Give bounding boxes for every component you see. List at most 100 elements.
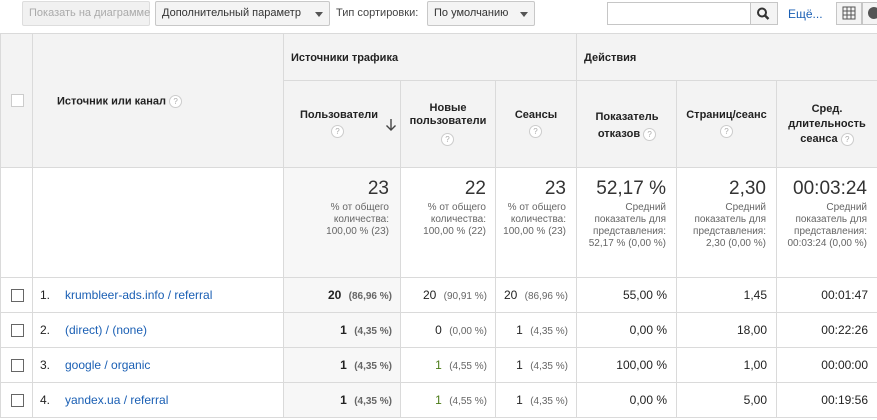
- row-users-percent: (4,35 %): [354, 396, 392, 407]
- row-avg-duration-cell: 00:01:47: [777, 278, 877, 313]
- source-medium-link[interactable]: (direct) / (none): [65, 323, 147, 337]
- pie-chart-icon: [868, 7, 877, 19]
- row-new-users-percent: (4,55 %): [449, 361, 487, 372]
- row-checkbox[interactable]: [11, 394, 24, 407]
- row-number: 2.: [40, 323, 51, 337]
- row-bounce-rate-value: 0,00 %: [629, 323, 667, 337]
- total-bounce-rate-note: Средний показатель для представления: 52…: [588, 202, 666, 249]
- row-sessions-percent: (4,35 %): [530, 326, 568, 337]
- chevron-down-icon: [315, 12, 323, 17]
- pages-per-session-header-label: Страниц/сеанс: [686, 109, 767, 121]
- help-icon[interactable]: ?: [840, 132, 854, 146]
- source-header-label: Источник или канал: [57, 95, 167, 108]
- row-new-users-percent: (90,91 %): [443, 291, 487, 302]
- row-avg-duration-value: 00:19:56: [821, 393, 868, 407]
- sort-type-value: По умолчанию: [434, 7, 509, 19]
- row-sessions-cell: 20 (86,96 %): [496, 278, 577, 313]
- row-sessions-value: 1: [516, 358, 523, 372]
- total-bounce-rate-value: 52,17 %: [596, 178, 666, 199]
- row-bounce-rate-cell: 0,00 %: [577, 383, 677, 418]
- bounce-rate-column-header[interactable]: Показатель отказов ?: [577, 81, 677, 168]
- avg-duration-header-label: Сред. длительность сеанса: [788, 103, 866, 145]
- table-view-button[interactable]: [836, 2, 862, 25]
- search-button[interactable]: [751, 2, 778, 25]
- totals-row-spacer: [0, 168, 33, 278]
- help-icon[interactable]: ?: [643, 127, 657, 141]
- new-users-column-header[interactable]: Новые пользователи ?: [401, 81, 496, 168]
- help-icon[interactable]: ?: [169, 95, 183, 108]
- total-users-note: % от общего количества: 100,00 % (23): [326, 202, 389, 237]
- sort-descending-icon[interactable]: [385, 118, 397, 132]
- row-users-percent: (4,35 %): [354, 326, 392, 337]
- row-users-percent: (4,35 %): [354, 361, 392, 372]
- row-users-cell: 1 (4,35 %): [284, 313, 401, 348]
- table-row-select-cell: [0, 383, 33, 418]
- row-checkbox[interactable]: [11, 289, 24, 302]
- table-row-source-cell: 2. (direct) / (none): [33, 313, 284, 348]
- row-sessions-value: 1: [516, 393, 523, 407]
- row-sessions-value: 20: [503, 288, 518, 302]
- users-column-header[interactable]: Пользователи ?: [284, 81, 401, 168]
- row-pages-per-session-value: 5,00: [743, 393, 767, 407]
- help-icon[interactable]: ?: [720, 125, 733, 138]
- row-bounce-rate-cell: 0,00 %: [577, 313, 677, 348]
- row-pages-per-session-cell: 5,00: [677, 383, 777, 418]
- more-options-link[interactable]: Ещё...: [788, 7, 823, 21]
- row-number: 1.: [40, 288, 51, 302]
- pie-view-button[interactable]: [862, 2, 877, 25]
- row-checkbox[interactable]: [11, 359, 24, 372]
- totals-row-label-cell: [33, 168, 284, 278]
- show-on-chart-button[interactable]: Показать на диаграмме: [22, 1, 150, 26]
- row-new-users-cell: 1 (4,55 %): [401, 348, 496, 383]
- avg-duration-column-header[interactable]: Сред. длительность сеанса ?: [777, 81, 877, 168]
- row-avg-duration-cell: 00:19:56: [777, 383, 877, 418]
- new-users-header-label: Новые пользователи: [409, 102, 487, 127]
- table-toolbar: Показать на диаграмме Дополнительный пар…: [0, 0, 877, 32]
- actions-group-label: Действия: [584, 52, 637, 64]
- secondary-dimension-label: Дополнительный параметр: [162, 7, 301, 19]
- table-row-source-cell: 1. krumbleer-ads.info / referral: [33, 278, 284, 313]
- source-medium-link[interactable]: google / organic: [65, 358, 150, 372]
- actions-group-header: Действия: [577, 33, 877, 81]
- row-new-users-value: 0: [435, 323, 442, 337]
- total-pages-value: 2,30: [729, 178, 766, 199]
- row-avg-duration-value: 00:22:26: [821, 323, 868, 337]
- row-users-cell: 20 (86,96 %): [284, 278, 401, 313]
- row-users-percent: (86,96 %): [348, 291, 392, 302]
- total-new-users-cell: 22 % от общего количества: 100,00 % (22): [401, 168, 496, 278]
- row-avg-duration-value: 00:01:47: [821, 288, 868, 302]
- row-sessions-value: 1: [516, 323, 523, 337]
- total-duration-cell: 00:03:24 Средний показатель для представ…: [777, 168, 877, 278]
- total-new-users-value: 22: [464, 178, 486, 199]
- search-input[interactable]: [607, 2, 751, 25]
- secondary-dimension-dropdown[interactable]: Дополнительный параметр: [155, 1, 330, 26]
- pages-per-session-column-header[interactable]: Страниц/сеанс ?: [677, 81, 777, 168]
- total-users-value: 23: [367, 178, 389, 199]
- row-bounce-rate-value: 0,00 %: [629, 393, 667, 407]
- row-new-users-percent: (4,55 %): [449, 396, 487, 407]
- row-pages-per-session-cell: 1,00: [677, 348, 777, 383]
- chevron-down-icon: [520, 12, 528, 17]
- source-column-header[interactable]: Источник или канал ?: [33, 33, 284, 168]
- row-checkbox[interactable]: [11, 324, 24, 337]
- help-icon[interactable]: ?: [441, 133, 454, 146]
- row-users-value: 1: [340, 323, 347, 337]
- row-users-value: 1: [340, 393, 347, 407]
- row-avg-duration-cell: 00:22:26: [777, 313, 877, 348]
- total-sessions-cell: 23 % от общего количества: 100,00 % (23): [496, 168, 577, 278]
- select-all-checkbox[interactable]: [11, 94, 24, 107]
- source-medium-link[interactable]: yandex.ua / referral: [65, 393, 168, 407]
- row-new-users-cell: 1 (4,55 %): [401, 383, 496, 418]
- row-avg-duration-value: 00:00:00: [821, 358, 868, 372]
- traffic-sources-group-header: Источники трафика: [284, 33, 577, 81]
- sort-type-dropdown[interactable]: По умолчанию: [427, 1, 535, 26]
- sessions-column-header[interactable]: Сеансы ?: [496, 81, 577, 168]
- row-new-users-cell: 20 (90,91 %): [401, 278, 496, 313]
- row-bounce-rate-cell: 100,00 %: [577, 348, 677, 383]
- help-icon[interactable]: ?: [331, 125, 344, 138]
- total-bounce-rate-cell: 52,17 % Средний показатель для представл…: [577, 168, 677, 278]
- total-pages-note: Средний показатель для представления: 2,…: [693, 202, 766, 249]
- row-pages-per-session-value: 1,00: [743, 358, 767, 372]
- source-medium-link[interactable]: krumbleer-ads.info / referral: [65, 288, 212, 302]
- help-icon[interactable]: ?: [529, 125, 542, 138]
